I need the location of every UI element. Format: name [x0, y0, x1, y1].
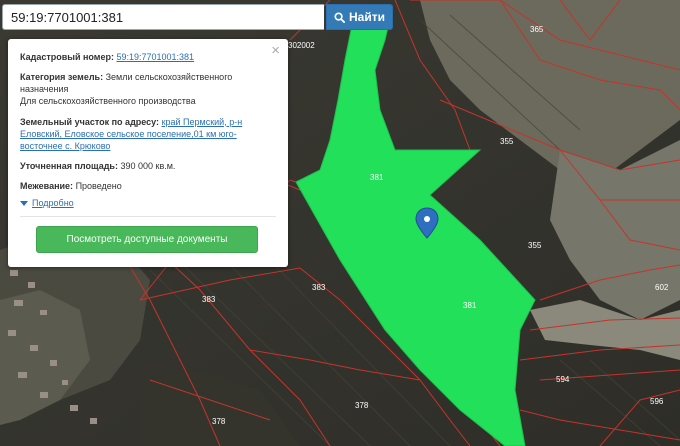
parcel-label-596: 596 — [650, 397, 664, 406]
cadastral-number-row: Кадастровый номер: 59:19:7701001:381 — [20, 51, 276, 63]
parcel-label-602: 602 — [655, 283, 669, 292]
survey-row: Межевание: Проведено — [20, 180, 276, 192]
area-label: Уточненная площадь: — [20, 160, 118, 171]
cadastral-number-link[interactable]: 59:19:7701001:381 — [116, 52, 194, 62]
close-icon[interactable]: × — [271, 43, 280, 58]
parcel-label-355-a: 355 — [500, 137, 514, 146]
parcel-label-365: 365 — [530, 25, 544, 34]
parcel-label-378-b: 378 — [355, 401, 369, 410]
survey-label: Межевание: — [20, 181, 74, 192]
map-app: 365 381 381 355 355 383 383 378 378 594 … — [0, 0, 680, 446]
address-row: Земельный участок по адресу: край Пермск… — [20, 116, 276, 152]
survey-value: Проведено — [75, 181, 122, 192]
cadastral-number-label: Кадастровый номер: — [20, 52, 114, 62]
details-link[interactable]: Подробно — [32, 197, 74, 209]
view-documents-button[interactable]: Посмотреть доступные документы — [36, 226, 258, 254]
cadastral-search-input[interactable] — [2, 4, 324, 30]
address-label: Земельный участок по адресу: — [20, 116, 160, 127]
land-category-label: Категория земель: — [20, 72, 104, 83]
land-usage-value: Для сельскохозяйственного производства — [20, 96, 196, 107]
parcel-label-355-b: 355 — [528, 241, 542, 250]
popup-divider — [20, 216, 276, 218]
details-toggle[interactable]: Подробно — [20, 197, 276, 209]
parcel-info-popup: × Кадастровый номер: 59:19:7701001:381 К… — [8, 39, 288, 267]
parcel-label-594: 594 — [556, 375, 570, 384]
search-button-label: Найти — [349, 10, 385, 24]
search-button[interactable]: Найти — [326, 4, 393, 30]
caret-down-icon — [20, 200, 28, 206]
search-icon — [334, 11, 345, 23]
parcel-label-381-top: 381 — [370, 173, 384, 182]
area-row: Уточненная площадь: 390 000 кв.м. — [20, 160, 276, 172]
parcel-label-383-a: 383 — [202, 295, 216, 304]
land-category-row: Категория земель: Земли сельскохозяйстве… — [20, 71, 276, 107]
search-bar: Найти — [2, 4, 395, 30]
parcel-label-381-bottom: 381 — [463, 301, 477, 310]
parcel-label-378-a: 378 — [212, 417, 226, 426]
parcel-label-383-b: 383 — [312, 283, 326, 292]
block-label-302002: 302002 — [288, 41, 315, 50]
area-value: 390 000 кв.м. — [120, 160, 176, 171]
